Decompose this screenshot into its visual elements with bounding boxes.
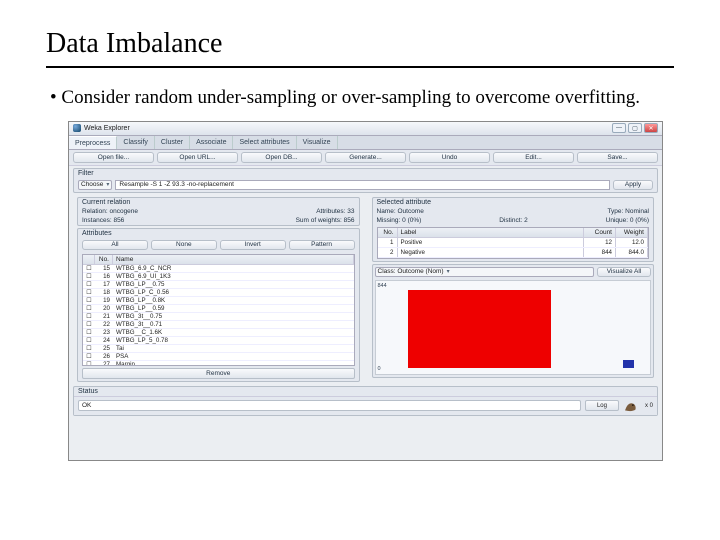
filter-choose-button[interactable]: Choose▾ bbox=[78, 180, 112, 190]
sa-unique: Unique: 0 (0%) bbox=[602, 216, 653, 225]
title-rule bbox=[46, 66, 674, 68]
tab-classify[interactable]: Classify bbox=[117, 136, 155, 149]
tab-preprocess[interactable]: Preprocess bbox=[69, 136, 117, 149]
current-relation-panel: Current relation Relation: oncogene Attr… bbox=[77, 197, 360, 226]
table-row[interactable]: ☐18WTBG_LP_C_0.56 bbox=[83, 289, 354, 297]
chevron-down-icon: ▾ bbox=[447, 268, 450, 275]
status-panel: Status OK Log x 0 bbox=[73, 386, 658, 416]
sa-type: Type: Nominal bbox=[603, 207, 653, 216]
window-title: Weka Explorer bbox=[84, 125, 610, 132]
sa-missing: Missing: 0 (0%) bbox=[373, 216, 426, 225]
table-row[interactable]: ☐24WTBG_LP_5_0.78 bbox=[83, 337, 354, 345]
weka-window: Weka Explorer — ▢ ✕ Preprocess Classify … bbox=[68, 121, 663, 461]
attribute-histogram: 844 0 bbox=[375, 280, 652, 375]
titlebar: Weka Explorer — ▢ ✕ bbox=[69, 122, 662, 136]
minimize-button[interactable]: — bbox=[612, 123, 626, 133]
table-row[interactable]: ☐19WTBG_LP__0.8K bbox=[83, 297, 354, 305]
remove-button[interactable]: Remove bbox=[82, 368, 355, 379]
generate-button[interactable]: Generate... bbox=[325, 152, 406, 163]
attributes-panel: Attributes All None Invert Pattern No.Na… bbox=[77, 228, 360, 382]
bar-positive bbox=[408, 290, 551, 368]
table-row[interactable]: ☐20WTBG_LP__0.59 bbox=[83, 305, 354, 313]
chevron-down-icon: ▾ bbox=[106, 181, 109, 188]
status-count: x 0 bbox=[645, 403, 653, 409]
weka-bird-icon bbox=[623, 399, 641, 413]
y-tick: 0 bbox=[378, 366, 381, 372]
open-file-button[interactable]: Open file... bbox=[73, 152, 154, 163]
table-row[interactable]: ☐21WTBG_3t__0.75 bbox=[83, 313, 354, 321]
label-table: No.LabelCountWeight 1Positive1212.02Nega… bbox=[377, 227, 650, 259]
y-tick: 844 bbox=[378, 283, 387, 289]
visualize-all-button[interactable]: Visualize All bbox=[597, 267, 651, 277]
tab-bar: Preprocess Classify Cluster Associate Se… bbox=[69, 136, 662, 150]
attr-all-button[interactable]: All bbox=[82, 240, 148, 250]
table-row[interactable]: ☐27Margin bbox=[83, 361, 354, 366]
undo-button[interactable]: Undo bbox=[409, 152, 490, 163]
app-icon bbox=[73, 124, 81, 132]
tab-visualize[interactable]: Visualize bbox=[297, 136, 338, 149]
relation-kv: Relation: oncogene bbox=[78, 207, 142, 216]
attr-none-button[interactable]: None bbox=[151, 240, 217, 250]
close-button[interactable]: ✕ bbox=[644, 123, 658, 133]
current-relation-title: Current relation bbox=[78, 198, 359, 207]
selected-attr-title: Selected attribute bbox=[373, 198, 654, 207]
bar-negative bbox=[623, 360, 634, 368]
table-row[interactable]: ☐26PSA bbox=[83, 353, 354, 361]
viz-panel: Class: Outcome (Nom)▾ Visualize All 844 … bbox=[372, 264, 655, 378]
edit-button[interactable]: Edit... bbox=[493, 152, 574, 163]
log-button[interactable]: Log bbox=[585, 400, 619, 411]
attribute-list[interactable]: No.Name ☐15WTBG_6.9_C_NCR☐16WTBG_6.9_UI_… bbox=[82, 254, 355, 366]
filter-apply-button[interactable]: Apply bbox=[613, 180, 653, 190]
sa-distinct: Distinct: 2 bbox=[495, 216, 532, 225]
attr-invert-button[interactable]: Invert bbox=[220, 240, 286, 250]
status-message: OK bbox=[78, 400, 581, 411]
table-row[interactable]: ☐16WTBG_6.9_UI_1K3 bbox=[83, 273, 354, 281]
slide-bullet: • Consider random under-sampling or over… bbox=[46, 86, 674, 111]
selected-attr-panel: Selected attribute Name: Outcome Type: N… bbox=[372, 197, 655, 262]
table-row[interactable]: ☐23WTBG__C_1.6K bbox=[83, 329, 354, 337]
attributes-kv: Attributes: 33 bbox=[312, 207, 358, 216]
save-button[interactable]: Save... bbox=[577, 152, 658, 163]
table-row[interactable]: ☐15WTBG_6.9_C_NCR bbox=[83, 265, 354, 273]
attributes-title: Attributes bbox=[78, 229, 359, 238]
tab-select-attributes[interactable]: Select attributes bbox=[233, 136, 296, 149]
class-combo[interactable]: Class: Outcome (Nom)▾ bbox=[375, 267, 595, 277]
maximize-button[interactable]: ▢ bbox=[628, 123, 642, 133]
table-row[interactable]: ☐25Tai bbox=[83, 345, 354, 353]
toolbar: Open file... Open URL... Open DB... Gene… bbox=[69, 150, 662, 166]
open-db-button[interactable]: Open DB... bbox=[241, 152, 322, 163]
sumweights-kv: Sum of weights: 856 bbox=[292, 216, 359, 225]
sa-name: Name: Outcome bbox=[373, 207, 428, 216]
attr-pattern-button[interactable]: Pattern bbox=[289, 240, 355, 250]
tab-associate[interactable]: Associate bbox=[190, 136, 233, 149]
table-row[interactable]: ☐22WTBG_3t__0.71 bbox=[83, 321, 354, 329]
slide-title: Data Imbalance bbox=[46, 28, 674, 60]
tab-cluster[interactable]: Cluster bbox=[155, 136, 190, 149]
instances-kv: Instances: 856 bbox=[78, 216, 128, 225]
open-url-button[interactable]: Open URL... bbox=[157, 152, 238, 163]
filter-label: Filter bbox=[74, 169, 657, 178]
status-title: Status bbox=[74, 387, 657, 396]
filter-text-field[interactable]: Resample -S 1 -Z 93.3 -no-replacement bbox=[115, 180, 610, 190]
filter-panel: Filter Choose▾ Resample -S 1 -Z 93.3 -no… bbox=[73, 168, 658, 193]
table-row: 2Negative844844.0 bbox=[378, 248, 649, 258]
table-row[interactable]: ☐17WTBG_LP__0.75 bbox=[83, 281, 354, 289]
table-row: 1Positive1212.0 bbox=[378, 238, 649, 248]
